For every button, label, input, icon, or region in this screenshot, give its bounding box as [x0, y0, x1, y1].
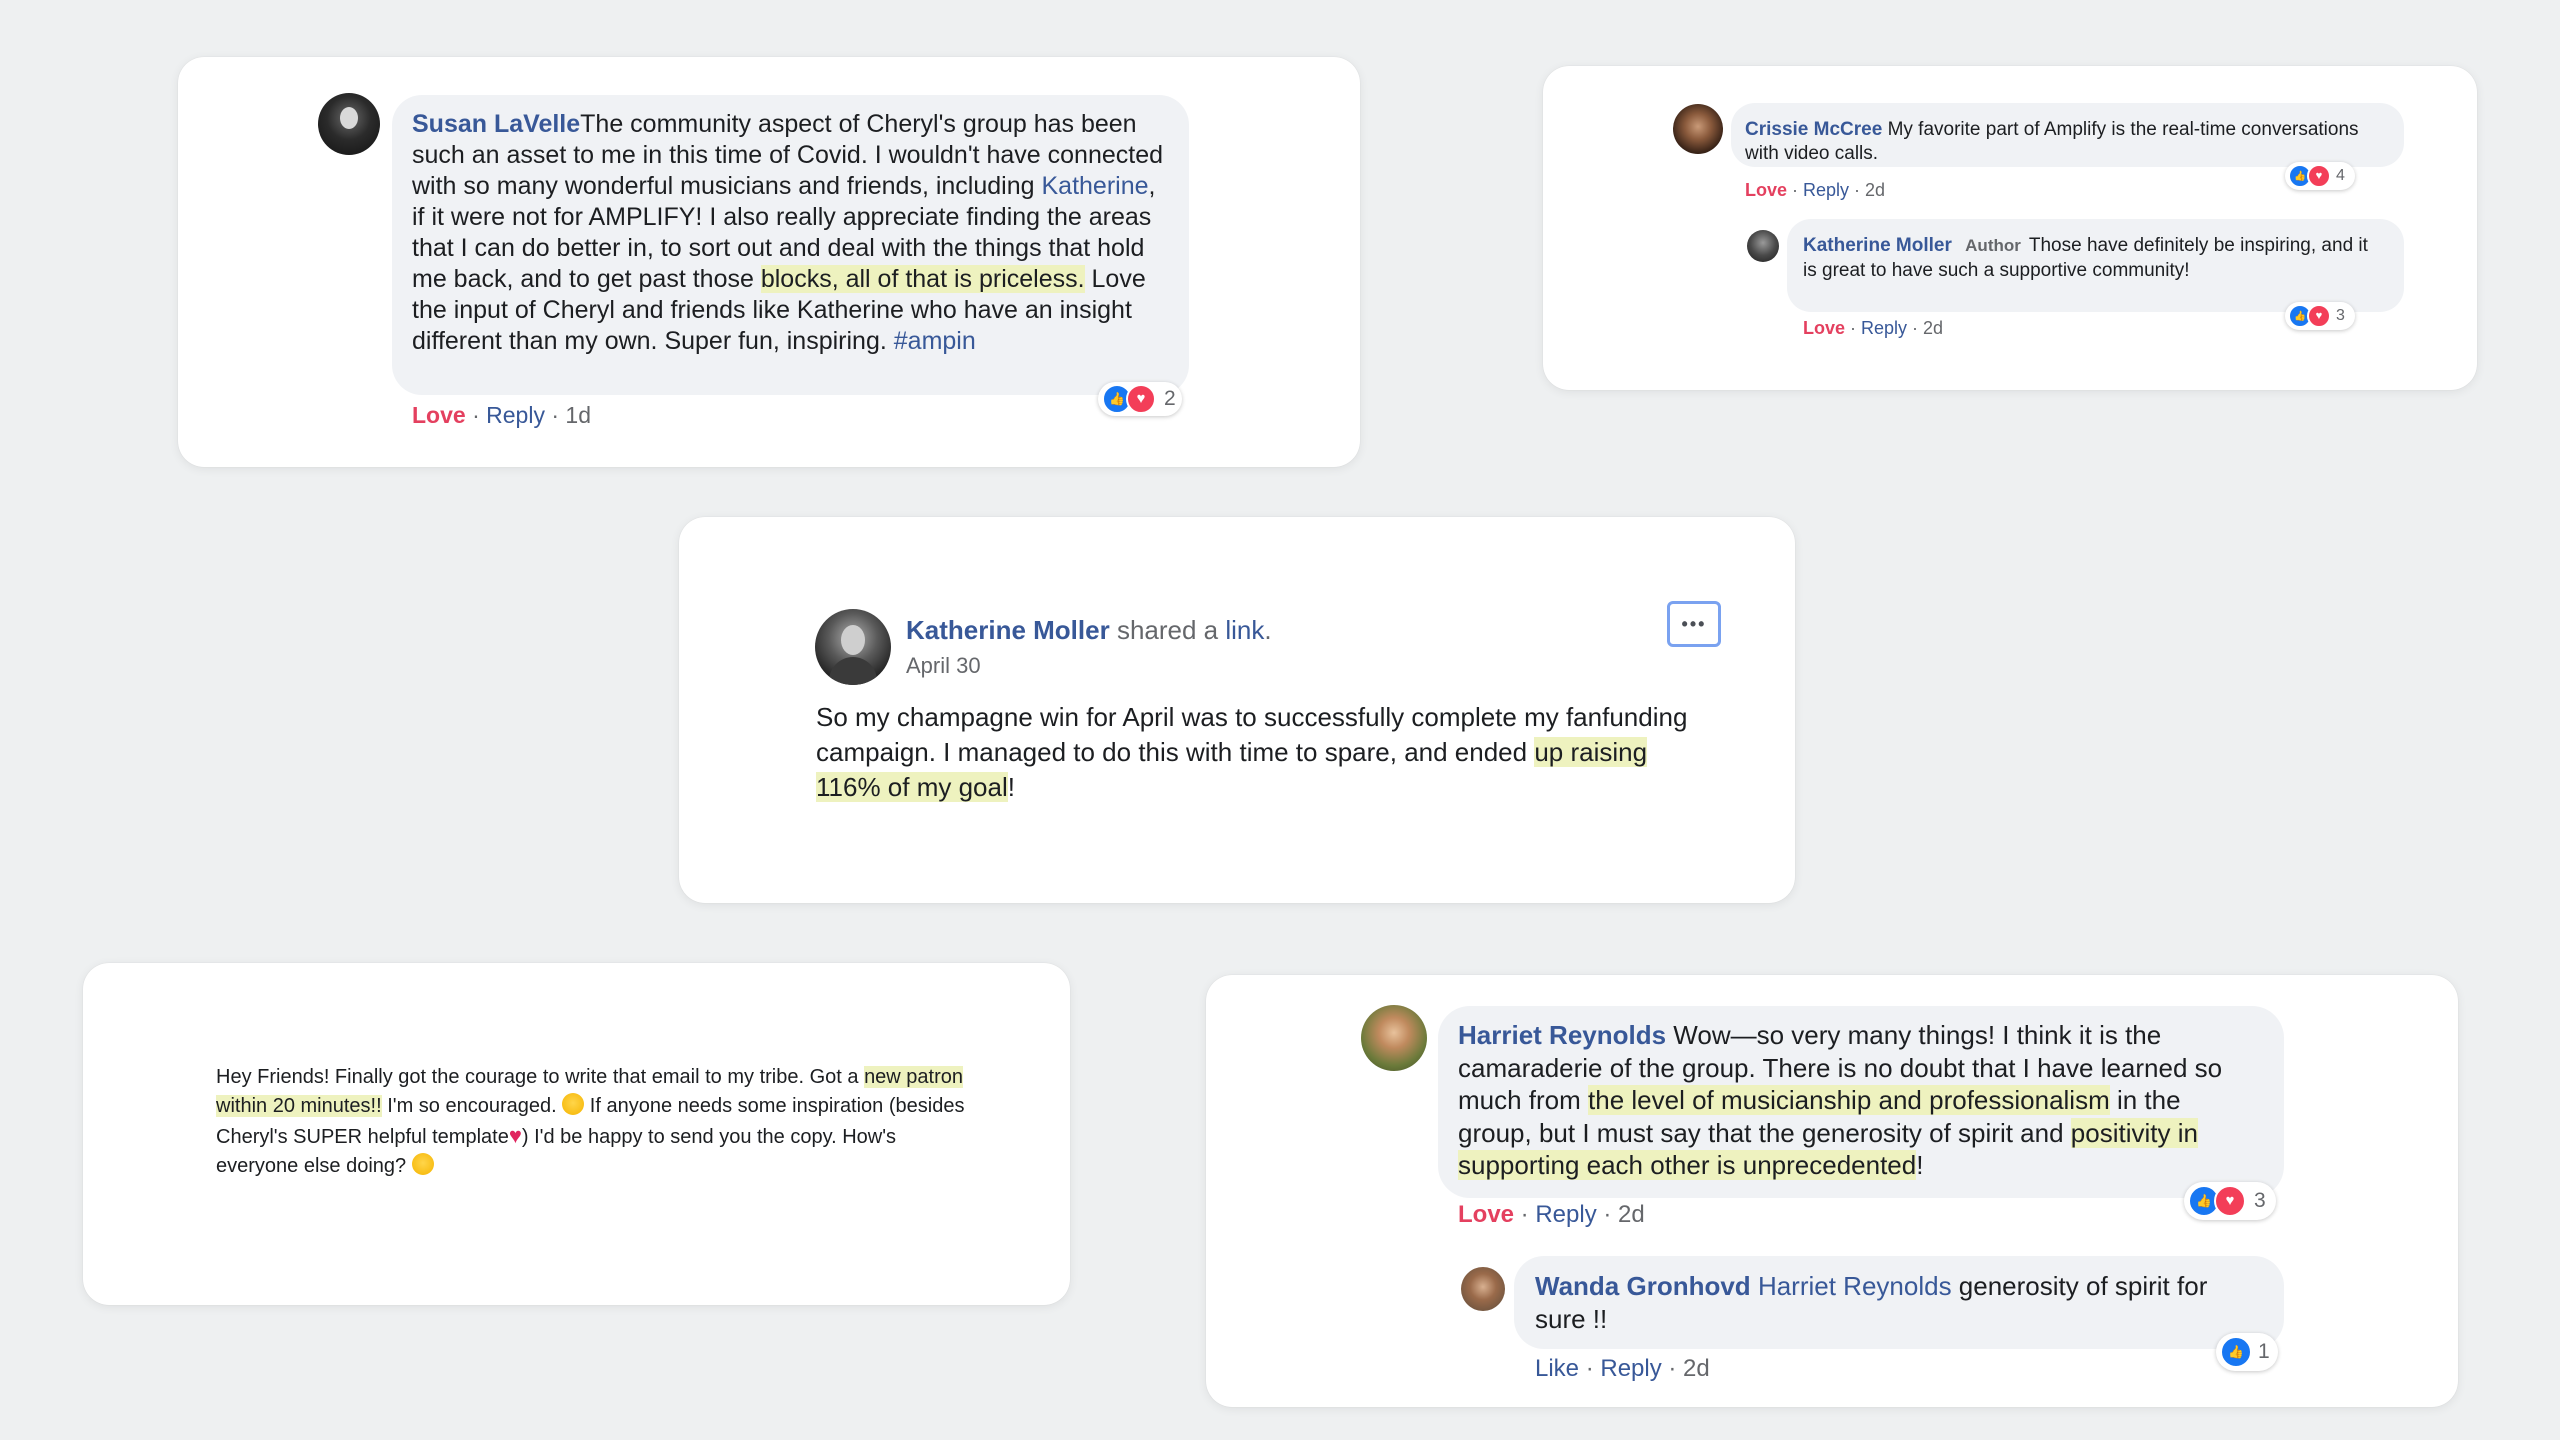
post-text-part: I'm so encouraged.: [381, 1095, 563, 1117]
reaction-count: 3: [2254, 1189, 2266, 1212]
wanda-reaction-summary[interactable]: 1: [2216, 1333, 2278, 1371]
reply-button[interactable]: Reply: [1861, 318, 1907, 338]
wanda-author-name[interactable]: Wanda Gronhovd: [1535, 1271, 1751, 1301]
katherine-author-name[interactable]: Katherine Moller: [1803, 235, 1952, 256]
reply-button[interactable]: Reply: [486, 402, 545, 428]
love-button[interactable]: Love: [412, 402, 466, 428]
katherine-reply-reaction-summary[interactable]: 3: [2285, 302, 2355, 330]
crissie-comment-actions: Love · Reply · 2d: [1745, 180, 1886, 200]
highlighted-text: blocks, all of that is priceless.: [760, 265, 1085, 293]
susan-comment-actions: Love · Reply · 1d: [412, 402, 591, 428]
susan-comment-text: Susan LaVelleThe community aspect of Che…: [412, 109, 1172, 357]
post-author-name[interactable]: Katherine Moller: [906, 615, 1110, 645]
reaction-count: 4: [2336, 167, 2345, 184]
like-button[interactable]: Like: [1535, 1355, 1579, 1382]
harriet-reaction-summary[interactable]: 3: [2184, 1182, 2276, 1220]
katherine-reply-avatar[interactable]: [1747, 230, 1779, 262]
more-options-icon: •••: [1681, 613, 1707, 634]
comment-timestamp[interactable]: 1d: [565, 402, 591, 428]
reply-button[interactable]: Reply: [1803, 180, 1849, 200]
more-options-button[interactable]: •••: [1667, 601, 1721, 647]
comment-text-part: !: [1916, 1150, 1924, 1180]
smiley-emoji-icon: [411, 1153, 434, 1175]
ampin-hashtag-link[interactable]: #ampin: [894, 327, 976, 355]
susan-comment-card: Susan LaVelleThe community aspect of Che…: [178, 57, 1360, 467]
post-date[interactable]: April 30: [906, 653, 981, 679]
love-button[interactable]: Love: [1458, 1201, 1514, 1228]
susan-reaction-summary[interactable]: 2: [1098, 382, 1182, 416]
katherine-reply-text: Katherine Moller Author Those have defini…: [1803, 233, 2383, 283]
crissie-avatar[interactable]: [1673, 104, 1723, 154]
comment-timestamp[interactable]: 2d: [1923, 318, 1943, 338]
reaction-count: 3: [2336, 307, 2345, 324]
comment-timestamp[interactable]: 2d: [1683, 1355, 1710, 1382]
author-badge: Author: [1965, 236, 2021, 255]
reaction-count: 1: [2258, 1340, 2270, 1363]
katherine-mention-link[interactable]: Katherine: [1041, 172, 1148, 200]
reply-button[interactable]: Reply: [1535, 1201, 1596, 1228]
harriet-comment-text: Harriet Reynolds Wow—so very many things…: [1458, 1019, 2258, 1182]
post-text-part: Hey Friends! Finally got the courage to …: [216, 1066, 865, 1088]
friends-post-text: Hey Friends! Finally got the courage to …: [216, 1063, 976, 1181]
love-button[interactable]: Love: [1803, 318, 1845, 338]
wanda-reply-text: Wanda Gronhovd Harriet Reynolds generosi…: [1535, 1270, 2265, 1335]
highlighted-text: the level of musicianship and profession…: [1588, 1085, 2110, 1115]
susan-avatar[interactable]: [318, 93, 380, 155]
crissie-comment-text: Crissie McCree My favorite part of Ampli…: [1745, 118, 2385, 166]
post-header-text: shared a: [1109, 615, 1226, 645]
comment-timestamp[interactable]: 2d: [1865, 180, 1885, 200]
like-reaction-icon: [2220, 1336, 2252, 1368]
post-header-period: .: [1264, 615, 1272, 645]
wanda-avatar[interactable]: [1461, 1267, 1505, 1311]
post-text-part: !: [1007, 772, 1015, 802]
katherine-post-avatar[interactable]: [815, 609, 891, 685]
love-reaction-icon: [2307, 304, 2331, 328]
red-heart-emoji-icon: ♥: [508, 1123, 522, 1148]
katherine-post-card: Katherine Moller shared a link. April 30…: [679, 517, 1795, 903]
comment-timestamp[interactable]: 2d: [1618, 1201, 1645, 1228]
crissie-reaction-summary[interactable]: 4: [2285, 162, 2355, 190]
post-body-text: So my champagne win for April was to suc…: [816, 700, 1716, 805]
harriet-avatar[interactable]: [1361, 1005, 1427, 1071]
harriet-author-name[interactable]: Harriet Reynolds: [1458, 1020, 1666, 1050]
wanda-reply-actions: Like · Reply · 2d: [1535, 1355, 1710, 1382]
post-header-line: Katherine Moller shared a link.: [906, 615, 1272, 646]
harriet-mention-link[interactable]: Harriet Reynolds: [1758, 1271, 1952, 1301]
harriet-comment-actions: Love · Reply · 2d: [1458, 1201, 1645, 1228]
shared-link[interactable]: link: [1225, 615, 1264, 645]
harriet-comment-card: Harriet Reynolds Wow—so very many things…: [1206, 975, 2458, 1407]
friends-post-card: Hey Friends! Finally got the courage to …: [83, 963, 1070, 1305]
crissie-author-name[interactable]: Crissie McCree: [1745, 119, 1882, 140]
love-reaction-icon: [1126, 384, 1156, 414]
love-reaction-icon: [2214, 1185, 2246, 1217]
katherine-reply-actions: Love · Reply · 2d: [1803, 318, 1944, 338]
grinning-sweat-emoji-icon: [562, 1093, 585, 1115]
reply-button[interactable]: Reply: [1600, 1355, 1661, 1382]
love-button[interactable]: Love: [1745, 180, 1787, 200]
love-reaction-icon: [2307, 164, 2331, 188]
susan-author-name[interactable]: Susan LaVelle: [412, 110, 580, 138]
reaction-count: 2: [1164, 387, 1176, 410]
crissie-comment-card: Crissie McCree My favorite part of Ampli…: [1543, 66, 2477, 390]
